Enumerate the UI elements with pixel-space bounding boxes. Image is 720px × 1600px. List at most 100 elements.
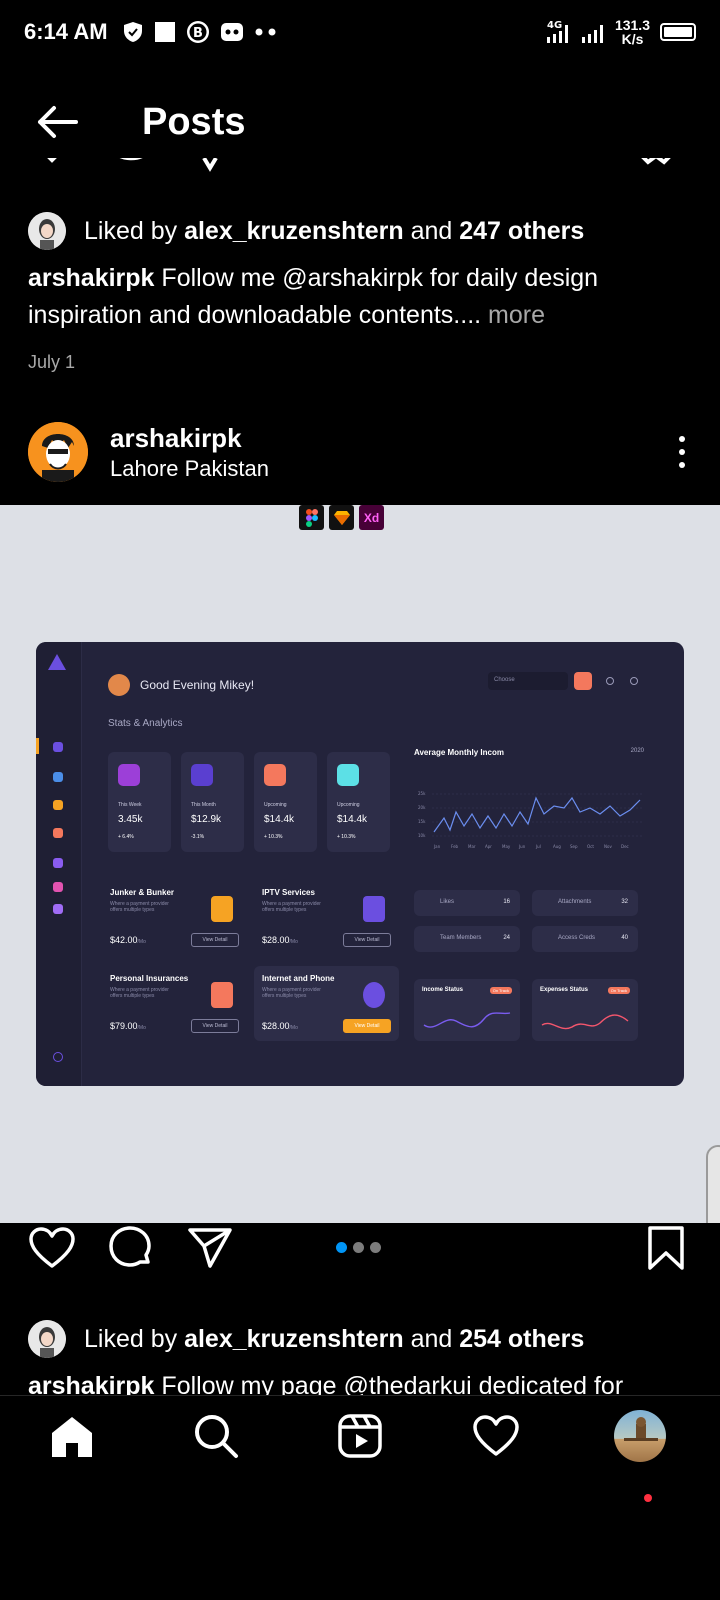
expenses-sparkline: [541, 1014, 629, 1030]
nav-search[interactable]: [188, 1408, 244, 1464]
stat-card: This Month $12.9k -3.1%: [181, 752, 244, 852]
caption-text: Follow my page @thedarkui dedicated for: [161, 1372, 624, 1396]
mini-stat: Attachments 32: [532, 890, 638, 916]
svg-text:Sep: Sep: [570, 844, 578, 849]
avatar: [108, 674, 130, 696]
mini-stat: Team Members 24: [414, 926, 520, 952]
svg-text:Jun: Jun: [518, 844, 526, 849]
mini-stat: Likes 16: [414, 890, 520, 916]
share-button[interactable]: [184, 1222, 236, 1274]
page-title: Posts: [142, 100, 246, 143]
liked-user[interactable]: alex_kruzenshtern: [184, 1325, 404, 1354]
caption-user[interactable]: arshakirpk: [28, 264, 154, 292]
heart-icon: [29, 1227, 75, 1268]
caption-user[interactable]: arshakirpk: [28, 1372, 154, 1396]
caption: arshakirpk Follow my page @thedarkui ded…: [28, 1368, 688, 1396]
cell-signal-2-icon: [581, 25, 603, 43]
bolt-icon: [118, 764, 140, 786]
service-card: IPTV Services Where a payment provider o…: [254, 880, 399, 955]
post-date: July 1: [28, 352, 76, 372]
svg-text:Aug: Aug: [553, 844, 561, 849]
sketch-icon: [329, 505, 354, 530]
heart-icon: [473, 1415, 519, 1456]
liked-prefix: Liked by: [84, 216, 178, 245]
svg-text:Jul: Jul: [535, 844, 541, 849]
back-button[interactable]: [24, 90, 88, 154]
post-location[interactable]: Lahore Pakistan: [110, 456, 269, 482]
svg-text:Mar: Mar: [468, 844, 476, 849]
sync-icon: [363, 982, 385, 1008]
share-icon: [202, 158, 218, 172]
avatar: [614, 1410, 666, 1462]
income-sparkline: [423, 1012, 511, 1028]
svg-text:B: B: [193, 26, 203, 41]
liked-user[interactable]: alex_kruzenshtern: [184, 217, 404, 246]
more-notifications-icon: [255, 28, 276, 36]
avatar[interactable]: [28, 422, 88, 482]
heart-icon: [47, 158, 57, 163]
b-circle-icon: B: [186, 21, 209, 43]
liked-by-row[interactable]: Liked by alex_kruzenshtern and 247 other…: [28, 212, 584, 250]
comment-button[interactable]: [104, 1222, 156, 1274]
action-icon: [574, 672, 592, 690]
dashboard-greeting: Good Evening Mikey!: [108, 674, 254, 696]
sidebar-icon: [53, 904, 63, 914]
liked-by-row[interactable]: Liked by alex_kruzenshtern and 254 other…: [28, 1320, 584, 1358]
bookmark-icon: [648, 1226, 684, 1270]
save-button[interactable]: [640, 1222, 692, 1274]
sidebar-icon: [53, 742, 63, 752]
clock-icon: [337, 764, 359, 786]
like-button[interactable]: [26, 1222, 78, 1274]
top-bar: Posts: [0, 90, 720, 154]
line-chart: 25k 20k 15k 10k Jan Feb Mar Apr May Jun …: [418, 791, 642, 849]
post-username[interactable]: arshakirpk: [110, 423, 269, 454]
income-chart: Average Monthly Incom 2020 25k 20k 15k 1…: [414, 748, 644, 858]
more-link[interactable]: more: [488, 301, 545, 329]
svg-text:Jan: Jan: [433, 844, 441, 849]
network-speed: 131.3 K/s: [614, 17, 650, 47]
svg-text:Nov: Nov: [604, 844, 612, 849]
caption: arshakirpk Follow me @arshakirpk for dai…: [28, 260, 688, 334]
svg-text:4G: 4G: [547, 20, 562, 31]
svg-text:10k: 10k: [418, 833, 426, 838]
clock-icon: [264, 764, 286, 786]
sidebar-icon: [53, 772, 63, 782]
logo-icon: [48, 654, 66, 670]
status-bar: 6:14 AM B 4G 131.3 K/s: [0, 0, 720, 64]
svg-text:20k: 20k: [418, 805, 426, 810]
post-header: arshakirpk Lahore Pakistan: [28, 420, 692, 484]
arrow-icon: [191, 764, 213, 786]
send-icon: [188, 1228, 232, 1268]
stat-card: Upcoming $14.4k + 10.3%: [327, 752, 390, 852]
stat-card: This Week 3.45k + 6.4%: [108, 752, 171, 852]
search-icon: [195, 1415, 238, 1458]
liked-others[interactable]: 247 others: [459, 217, 584, 246]
status-card: Expenses Status On Track: [532, 979, 638, 1041]
more-options-button[interactable]: [672, 436, 692, 468]
choose-dropdown: Choose: [488, 672, 568, 690]
svg-text:Oct: Oct: [587, 844, 594, 849]
bottom-navigation: [0, 1395, 720, 1475]
scroll-handle[interactable]: [706, 1145, 720, 1223]
receipt-icon: [211, 896, 233, 922]
avatar: [28, 1320, 66, 1358]
liked-others[interactable]: 254 others: [459, 1325, 584, 1354]
nav-profile[interactable]: [612, 1408, 668, 1464]
nav-reels[interactable]: [332, 1408, 388, 1464]
status-time: 6:14 AM: [24, 19, 108, 44]
carousel-indicator: [336, 1242, 381, 1253]
comment-icon: [109, 1226, 151, 1267]
svg-text:Dec: Dec: [621, 844, 629, 849]
square-icon: [154, 22, 175, 42]
post-actions: [0, 1222, 720, 1278]
notification-dot: [644, 1494, 652, 1502]
figma-icon: [299, 505, 324, 530]
service-card: Internet and Phone Where a payment provi…: [254, 966, 399, 1041]
nav-activity[interactable]: [468, 1408, 524, 1464]
sidebar-icon: [53, 882, 63, 892]
service-card: Junker & Bunker Where a payment provider…: [102, 880, 247, 955]
stat-card: Upcoming $14.4k + 10.3%: [254, 752, 317, 852]
nav-home[interactable]: [44, 1408, 100, 1464]
shield-icon: [211, 982, 233, 1008]
post-image[interactable]: Xd Good Evening Mikey! Stats & Analytics…: [0, 505, 720, 1223]
